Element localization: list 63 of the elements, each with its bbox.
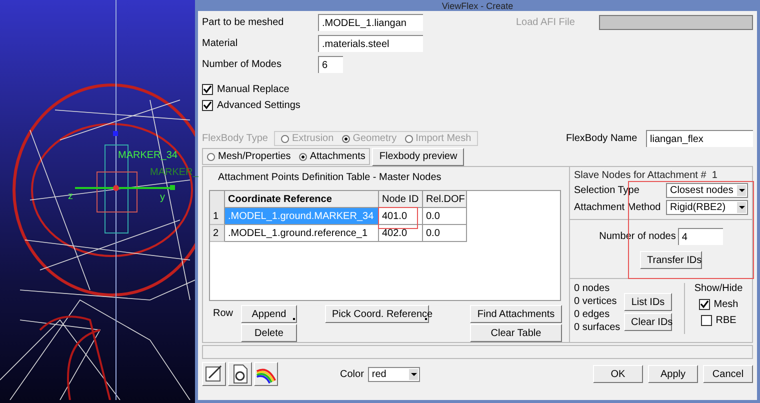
row-number: 2 [210, 224, 225, 242]
section-title: Slave Nodes for Attachment # 1 [574, 170, 718, 181]
table-cell[interactable]: 0.0 [423, 224, 467, 242]
number-field[interactable]: 4 [678, 228, 723, 245]
find-button[interactable]: Find Attachments [470, 305, 562, 323]
field-label: Part to be meshed [202, 17, 285, 28]
transfer-button[interactable]: Transfer IDs [640, 251, 702, 269]
field-label: Load AFI File [516, 17, 576, 28]
checkbox-label[interactable]: RBE [716, 315, 736, 326]
marker-label: y [160, 192, 165, 203]
table-cell[interactable]: 0.0 [423, 208, 467, 225]
file-field[interactable] [599, 15, 753, 30]
clear-button[interactable]: Clear Table [470, 324, 562, 342]
id-button[interactable]: Clear IDs [624, 313, 672, 331]
row-label: Row [213, 308, 233, 319]
document-icon[interactable] [228, 362, 252, 386]
radio-button[interactable] [207, 152, 215, 160]
radio-button[interactable] [298, 152, 307, 160]
edit-icon[interactable] [202, 362, 226, 386]
field-label: Number of Modes [202, 59, 282, 70]
row-button[interactable]: Delete [241, 324, 297, 342]
tab[interactable]: Attachments [310, 151, 366, 162]
row-button[interactable]: Append [241, 305, 297, 323]
table-cell[interactable]: 401.0 [379, 208, 423, 225]
window-title: ViewFlex - Create [442, 1, 514, 11]
checkbox[interactable] [700, 315, 712, 326]
column-header: Coordinate Reference [225, 190, 379, 208]
dropdown[interactable]: Closest nodes [666, 183, 748, 198]
count-label: 0 vertices [574, 296, 618, 308]
checkbox-label[interactable]: Manual Replace [217, 84, 290, 95]
dialog-button[interactable]: Cancel [703, 365, 753, 383]
column-header: Node ID [379, 190, 423, 208]
text-field[interactable]: liangan_flex [646, 130, 753, 147]
count-label: 0 nodes [574, 283, 611, 295]
text-field[interactable]: 6 [318, 56, 343, 73]
text-field[interactable]: .MODEL_1.liangan [318, 14, 423, 31]
highlight-overlay [378, 206, 418, 229]
dialog-button[interactable]: Apply [648, 365, 698, 383]
id-button[interactable]: List IDs [624, 293, 672, 311]
checkbox-label[interactable]: Mesh [714, 299, 738, 310]
dialog-button[interactable]: OK [593, 365, 643, 383]
section-title: Show/Hide [694, 283, 743, 294]
dropdown[interactable]: red [368, 366, 420, 382]
count-label: 0 edges [574, 309, 611, 321]
field-label: Material [202, 38, 239, 49]
checkbox[interactable] [202, 84, 213, 95]
count-label: 0 surfaces [574, 322, 622, 334]
tab[interactable]: Mesh/Properties [218, 151, 291, 162]
color-spectrum-icon[interactable] [254, 362, 278, 386]
field-label: FlexBody Name [566, 133, 638, 144]
field-label: Color [340, 368, 364, 380]
text-field[interactable]: .materials.steel [318, 35, 423, 52]
preview-button[interactable]: Flexbody preview [372, 148, 464, 166]
dropdown[interactable]: Rigid(RBE2) [666, 200, 748, 215]
field-label: FlexBody Type [202, 133, 269, 144]
checkbox[interactable] [698, 299, 710, 310]
row-number: 1 [210, 208, 225, 225]
column-header: Rel.DOF [423, 190, 467, 208]
checkbox-label[interactable]: Advanced Settings [217, 100, 300, 111]
table-title: Attachment Points Definition Table - Master Nodes [217, 171, 442, 185]
table-cell[interactable]: 402.0 [379, 224, 423, 242]
checkbox[interactable] [202, 100, 213, 111]
table-cell[interactable]: .MODEL_1.ground.reference_1 [225, 224, 379, 242]
